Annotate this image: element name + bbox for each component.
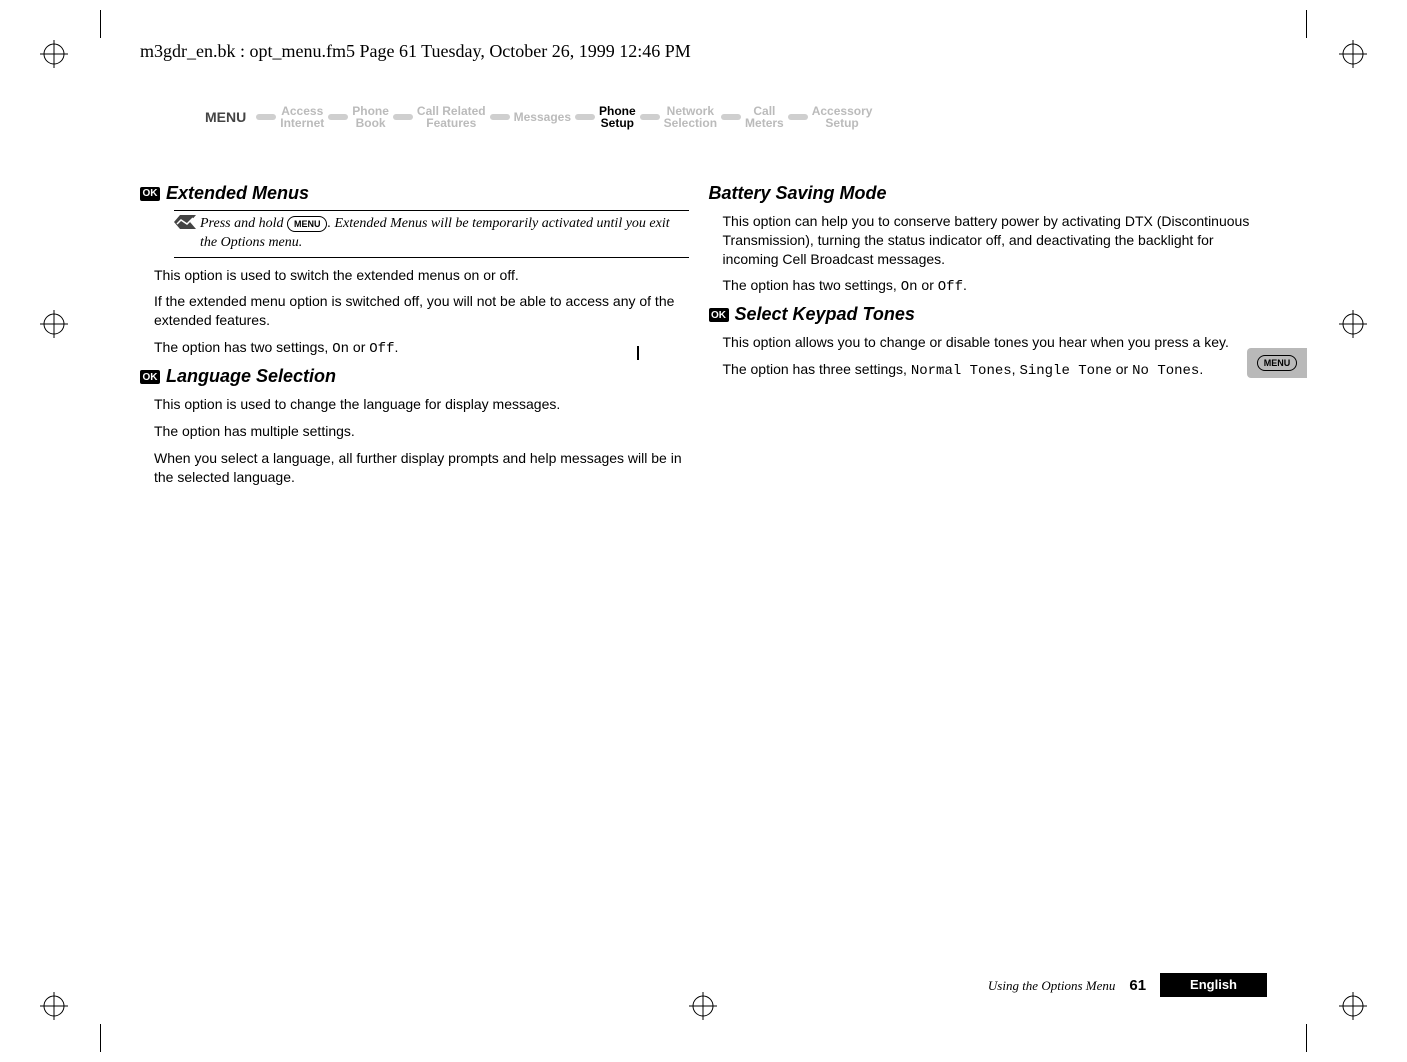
extended-menus-title: Extended Menus	[166, 184, 309, 204]
ok-badge-icon: OK	[709, 308, 729, 322]
section-battery-saving: Battery Saving Mode	[709, 184, 1258, 204]
tip-text: Press and hold MENU. Extended Menus will…	[200, 215, 689, 253]
nav-item-phone-setup: PhoneSetup	[599, 105, 636, 129]
registration-mark-icon	[1339, 40, 1367, 68]
page-footer: Using the Options Menu 61 English	[988, 973, 1267, 997]
body-text: When you select a language, all further …	[154, 449, 689, 487]
section-keypad-tones: OK Select Keypad Tones	[709, 305, 1258, 325]
manual-page: { "header_path": "m3gdr_en.bk : opt_menu…	[0, 0, 1407, 1062]
section-language-selection: OK Language Selection	[140, 367, 689, 387]
nav-separator-icon	[393, 114, 413, 120]
nav-separator-icon	[788, 114, 808, 120]
nav-separator-icon	[490, 114, 510, 120]
registration-mark-icon	[40, 40, 68, 68]
ok-badge-icon: OK	[140, 187, 160, 201]
nav-item-accessory-setup: AccessorySetup	[812, 105, 873, 129]
registration-mark-icon	[40, 310, 68, 338]
tip-icon	[174, 215, 200, 253]
registration-mark-icon	[689, 992, 717, 1020]
nav-separator-icon	[640, 114, 660, 120]
menu-key-icon: MENU	[287, 216, 328, 232]
menu-key-icon: MENU	[1257, 355, 1298, 371]
nav-item-network-selection: NetworkSelection	[664, 105, 717, 129]
nav-separator-icon	[575, 114, 595, 120]
column-divider	[637, 346, 639, 360]
menu-nav: MENU AccessInternet PhoneBook Call Relat…	[205, 105, 1252, 129]
menu-nav-items: MENU AccessInternet PhoneBook Call Relat…	[205, 105, 1252, 129]
header-path: m3gdr_en.bk : opt_menu.fm5 Page 61 Tuesd…	[140, 40, 691, 63]
nav-item-messages: Messages	[514, 111, 571, 123]
crop-mark	[1306, 10, 1307, 38]
left-column: OK Extended Menus Press and hold MENU. E…	[140, 178, 689, 495]
body-text: This option allows you to change or disa…	[723, 333, 1258, 352]
keypad-tones-title: Select Keypad Tones	[735, 305, 915, 325]
body-text: The option has three settings, Normal To…	[723, 360, 1258, 381]
crop-mark	[1306, 1024, 1307, 1052]
nav-menu-label: MENU	[205, 109, 252, 125]
body-text: The option has two settings, On or Off.	[723, 276, 1258, 297]
section-extended-menus: OK Extended Menus	[140, 184, 689, 204]
side-tab: MENU	[1247, 348, 1307, 378]
body-text: This option is used to change the langua…	[154, 395, 689, 414]
body-text: The option has two settings, On or Off.	[154, 338, 689, 359]
battery-saving-title: Battery Saving Mode	[709, 184, 887, 204]
body-text: The option has multiple settings.	[154, 422, 689, 441]
nav-separator-icon	[328, 114, 348, 120]
nav-separator-icon	[256, 114, 276, 120]
registration-mark-icon	[40, 992, 68, 1020]
nav-item-phone-book: PhoneBook	[352, 105, 389, 129]
body-text: This option can help you to conserve bat…	[723, 212, 1258, 269]
registration-mark-icon	[1339, 992, 1367, 1020]
language-selection-title: Language Selection	[166, 367, 336, 387]
language-box: English	[1160, 973, 1267, 997]
nav-separator-icon	[721, 114, 741, 120]
body-text: If the extended menu option is switched …	[154, 292, 689, 330]
body-text: This option is used to switch the extend…	[154, 266, 689, 285]
nav-item-call-meters: CallMeters	[745, 105, 784, 129]
tip-box: Press and hold MENU. Extended Menus will…	[174, 210, 689, 258]
ok-badge-icon: OK	[140, 370, 160, 384]
nav-item-access-internet: AccessInternet	[280, 105, 324, 129]
crop-mark	[100, 10, 101, 38]
crop-mark	[100, 1024, 101, 1052]
page-number: 61	[1129, 978, 1146, 993]
content-columns: OK Extended Menus Press and hold MENU. E…	[140, 178, 1257, 495]
running-head: Using the Options Menu	[988, 979, 1115, 992]
nav-item-call-features: Call RelatedFeatures	[417, 105, 486, 129]
registration-mark-icon	[1339, 310, 1367, 338]
right-column: Battery Saving Mode This option can help…	[709, 178, 1258, 495]
